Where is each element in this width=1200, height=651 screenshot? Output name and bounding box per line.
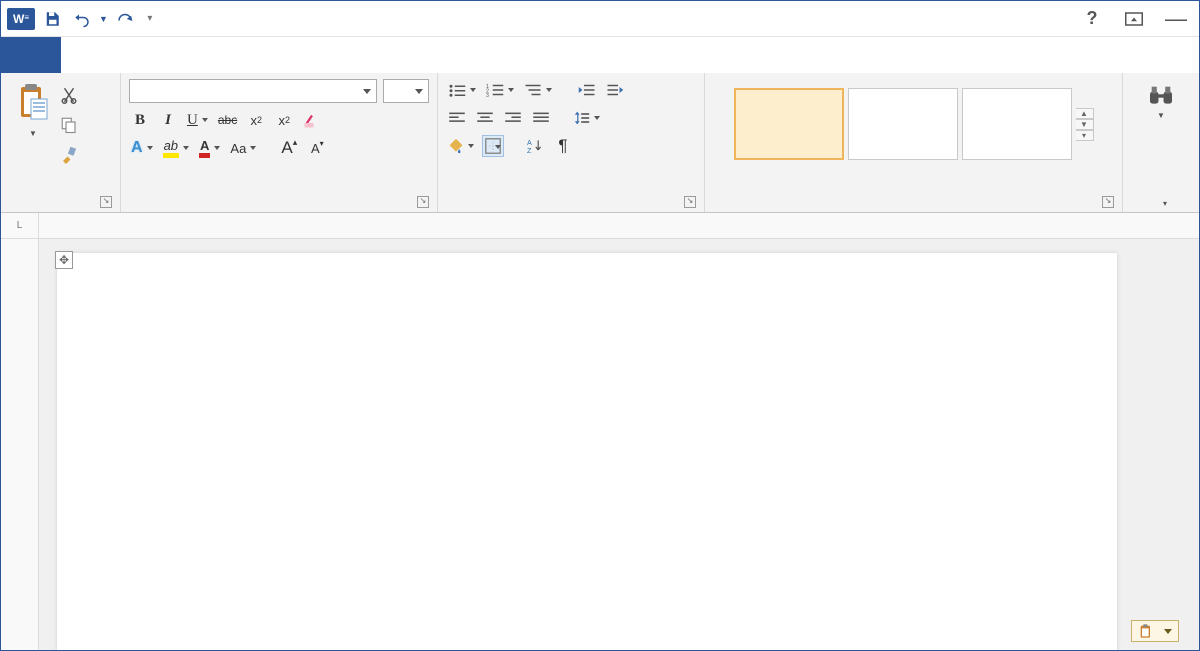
word-window: W≡ ▼ ▾ ? —	[0, 0, 1200, 651]
justify-button[interactable]	[530, 107, 552, 129]
show-paragraph-marks-button[interactable]: ¶	[552, 135, 574, 157]
style-no-spacing[interactable]	[848, 88, 958, 160]
style-normal[interactable]	[734, 88, 844, 160]
horizontal-ruler[interactable]	[39, 213, 1199, 238]
italic-button[interactable]: I	[157, 109, 179, 131]
numbering-button[interactable]: 123	[484, 79, 516, 101]
cut-button[interactable]	[59, 85, 79, 105]
group-paragraph: 123	[438, 73, 705, 212]
help-button[interactable]: ?	[1079, 6, 1105, 32]
ribbon: ▼ ↘	[1, 73, 1199, 213]
align-left-button[interactable]	[446, 107, 468, 129]
grow-font-button[interactable]: A▴	[278, 137, 300, 159]
gallery-up-icon[interactable]: ▲	[1076, 108, 1094, 119]
undo-dropdown[interactable]: ▼	[99, 14, 108, 24]
svg-text:3: 3	[486, 93, 489, 97]
group-clipboard: ▼ ↘	[1, 73, 121, 212]
multilevel-list-button[interactable]	[522, 79, 554, 101]
sort-button[interactable]: AZ	[524, 135, 546, 157]
page[interactable]: ✥	[57, 253, 1117, 650]
paste-button[interactable]: ▼	[9, 79, 57, 194]
shrink-font-button[interactable]: A▾	[306, 137, 328, 159]
ruler-corner: L	[1, 213, 39, 238]
group-editing: ▼ ▾	[1123, 73, 1199, 212]
styles-launcher[interactable]: ↘	[1102, 196, 1114, 208]
minimize-button[interactable]: —	[1163, 6, 1189, 32]
change-case-button[interactable]: Aa	[228, 137, 258, 159]
font-color-button[interactable]: A	[197, 137, 222, 159]
styles-gallery-scroll[interactable]: ▲ ▼ ▾	[1076, 108, 1094, 141]
find-button[interactable]	[1146, 85, 1176, 107]
table-move-handle[interactable]: ✥	[55, 251, 73, 269]
document-area[interactable]: ✥	[1, 239, 1199, 650]
ribbon-display-options-button[interactable]	[1121, 6, 1147, 32]
font-name-combo[interactable]	[129, 79, 377, 103]
ribbon-tabs	[1, 37, 1199, 73]
ruler-area: L	[1, 213, 1199, 239]
clipboard-small-icon	[1138, 623, 1154, 639]
clipboard-icon	[17, 83, 49, 121]
qat-customize-button[interactable]: ▾	[142, 6, 158, 32]
redo-button[interactable]	[112, 6, 138, 32]
undo-button[interactable]	[69, 6, 95, 32]
text-effects-button[interactable]: A	[129, 137, 155, 159]
binoculars-icon	[1148, 85, 1174, 107]
gallery-more-icon[interactable]: ▾	[1076, 130, 1094, 141]
group-font: B I U abc x2 x2 A ab	[121, 73, 438, 212]
increase-indent-button[interactable]	[604, 79, 626, 101]
vertical-ruler[interactable]	[1, 239, 39, 650]
paste-options-popup[interactable]	[1131, 620, 1179, 642]
word-logo-icon: W≡	[7, 8, 35, 30]
tab-file[interactable]	[1, 37, 61, 73]
highlight-button[interactable]: ab	[161, 137, 191, 159]
style-heading1[interactable]	[962, 88, 1072, 160]
group-styles: ▲ ▼ ▾ ↘	[705, 73, 1123, 212]
title-bar: W≡ ▼ ▾ ? —	[1, 1, 1199, 37]
superscript-button[interactable]: x2	[273, 109, 295, 131]
line-spacing-button[interactable]	[572, 107, 602, 129]
font-launcher[interactable]: ↘	[417, 196, 429, 208]
strikethrough-button[interactable]: abc	[216, 109, 239, 131]
paragraph-launcher[interactable]: ↘	[684, 196, 696, 208]
clipboard-launcher[interactable]: ↘	[100, 196, 112, 208]
bold-button[interactable]: B	[129, 109, 151, 131]
align-right-button[interactable]	[502, 107, 524, 129]
bullets-button[interactable]	[446, 79, 478, 101]
borders-button[interactable]	[482, 135, 504, 157]
format-painter-button[interactable]	[59, 145, 79, 165]
save-button[interactable]	[39, 6, 65, 32]
decrease-indent-button[interactable]	[576, 79, 598, 101]
gallery-down-icon[interactable]: ▼	[1076, 119, 1094, 130]
align-center-button[interactable]	[474, 107, 496, 129]
shading-button[interactable]	[446, 135, 476, 157]
subscript-button[interactable]: x2	[245, 109, 267, 131]
underline-button[interactable]: U	[185, 109, 210, 131]
svg-text:Z: Z	[527, 146, 532, 154]
clear-formatting-button[interactable]	[301, 109, 323, 131]
copy-button[interactable]	[59, 115, 79, 135]
font-size-combo[interactable]	[383, 79, 429, 103]
